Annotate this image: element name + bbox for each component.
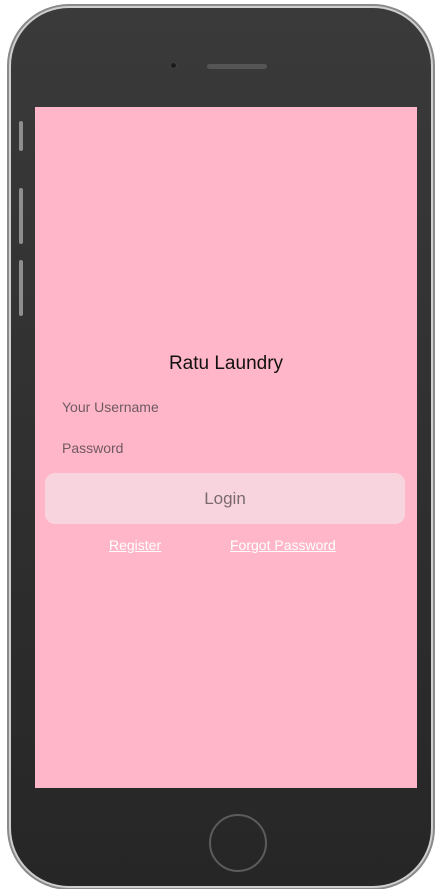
mute-switch [19,121,23,151]
volume-up-button [19,188,23,244]
volume-down-button [19,260,23,316]
app-title: Ratu Laundry [168,353,284,374]
login-button[interactable]: Login [45,473,405,524]
forgot-password-link[interactable]: Forgot Password [230,537,336,553]
front-camera-icon [170,62,177,69]
app-screen: Ratu Laundry Login Register Forgot Passw… [35,107,417,788]
password-field[interactable] [62,436,382,460]
home-button[interactable] [209,814,267,872]
earpiece-speaker [207,64,267,69]
username-field[interactable] [62,395,382,419]
register-link[interactable]: Register [109,537,161,553]
